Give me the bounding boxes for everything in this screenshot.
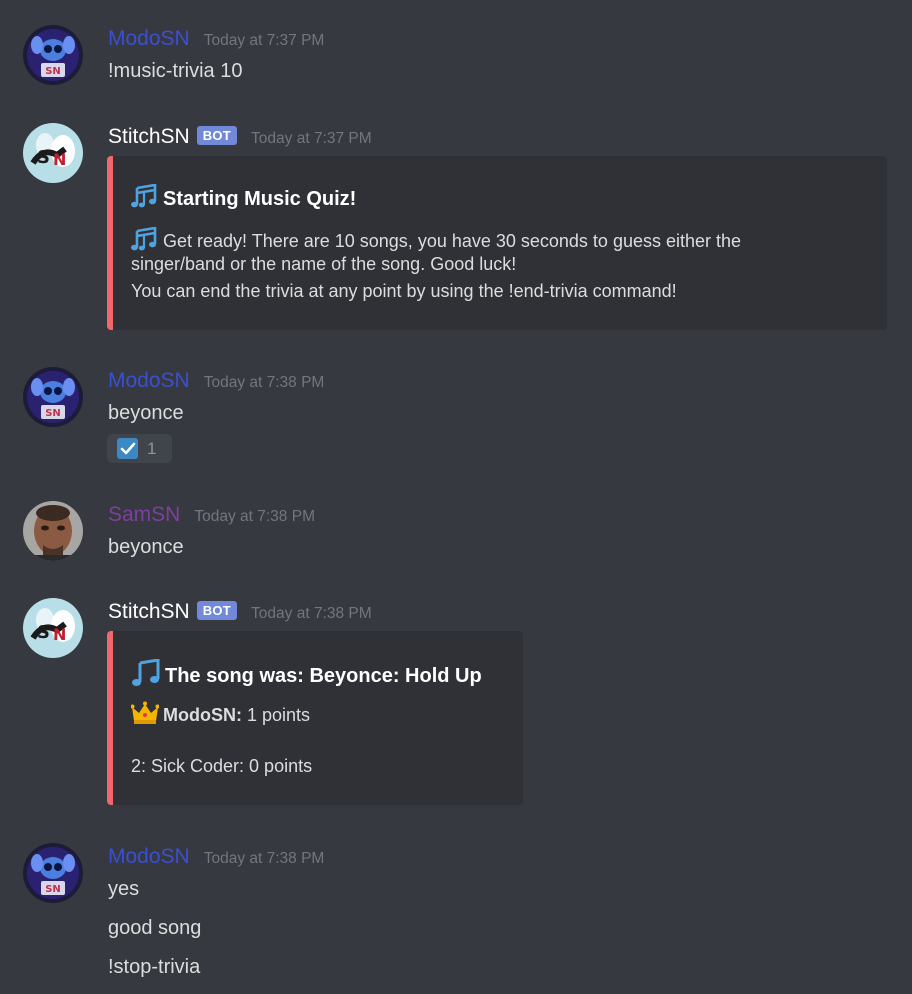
username[interactable]: StitchSN bbox=[108, 600, 190, 624]
reaction-button[interactable]: 1 bbox=[107, 434, 172, 463]
message-text: !stop-trivia bbox=[108, 956, 201, 978]
username[interactable]: ModoSN bbox=[108, 27, 190, 51]
timestamp: Today at 7:38 PM bbox=[251, 605, 372, 622]
embed-description-line: You can end the trivia at any point by u… bbox=[131, 281, 677, 301]
scoreboard-line: 2: Sick Coder: 0 points bbox=[131, 756, 313, 776]
message-text: !music-trivia 10 bbox=[108, 60, 243, 82]
svg-text:SN: SN bbox=[45, 884, 61, 895]
embed-title: Starting Music Quiz! bbox=[163, 187, 357, 210]
message-text: beyonce bbox=[108, 536, 184, 558]
avatar[interactable]: SN bbox=[23, 367, 83, 427]
svg-text:SN: SN bbox=[45, 66, 61, 77]
musical-note-icon bbox=[131, 658, 161, 693]
reaction-count: 1 bbox=[147, 438, 157, 458]
username[interactable]: SamSN bbox=[108, 503, 180, 527]
embed-description-line: singer/band or the name of the song. Goo… bbox=[131, 254, 517, 274]
embed-description-line: Get ready! There are 10 songs, you have … bbox=[163, 231, 742, 251]
bot-badge: BOT bbox=[196, 126, 238, 145]
avatar[interactable]: SN bbox=[23, 843, 83, 903]
svg-text:SN: SN bbox=[45, 408, 61, 419]
username[interactable]: ModoSN bbox=[108, 845, 190, 869]
musical-notes-icon bbox=[131, 183, 159, 214]
avatar[interactable]: S N bbox=[23, 123, 83, 183]
timestamp: Today at 7:38 PM bbox=[194, 508, 315, 525]
timestamp: Today at 7:37 PM bbox=[203, 32, 325, 49]
avatar[interactable]: SN bbox=[23, 25, 83, 85]
chat-messages: SN ModoSN Today at 7:37 PM !music-trivia… bbox=[0, 0, 912, 994]
message-text: good song bbox=[108, 917, 202, 939]
winner-points: 1 points bbox=[246, 705, 311, 725]
musical-notes-icon bbox=[131, 226, 159, 256]
timestamp: Today at 7:37 PM bbox=[251, 130, 372, 147]
svg-text:N: N bbox=[53, 150, 66, 169]
timestamp: Today at 7:38 PM bbox=[203, 374, 325, 391]
svg-text:N: N bbox=[53, 625, 66, 644]
avatar[interactable] bbox=[23, 501, 83, 561]
check-mark-icon bbox=[117, 438, 138, 459]
timestamp: Today at 7:38 PM bbox=[203, 850, 325, 867]
embed: Starting Music Quiz! Get ready! There ar… bbox=[107, 156, 887, 330]
avatar[interactable]: S N bbox=[23, 598, 83, 658]
embed: The song was: Beyonce: Hold Up ModoSN: 1… bbox=[107, 631, 523, 805]
message-text: beyonce bbox=[108, 402, 184, 424]
embed-title: The song was: Beyonce: Hold Up bbox=[165, 664, 482, 687]
username[interactable]: ModoSN bbox=[108, 369, 190, 393]
winner-name: ModoSN: bbox=[163, 705, 242, 725]
svg-text:S: S bbox=[37, 147, 50, 168]
username[interactable]: StitchSN bbox=[108, 125, 190, 149]
svg-text:S: S bbox=[37, 622, 50, 643]
crown-icon bbox=[130, 701, 160, 730]
bot-badge: BOT bbox=[196, 601, 238, 620]
message-text: yes bbox=[108, 878, 140, 900]
